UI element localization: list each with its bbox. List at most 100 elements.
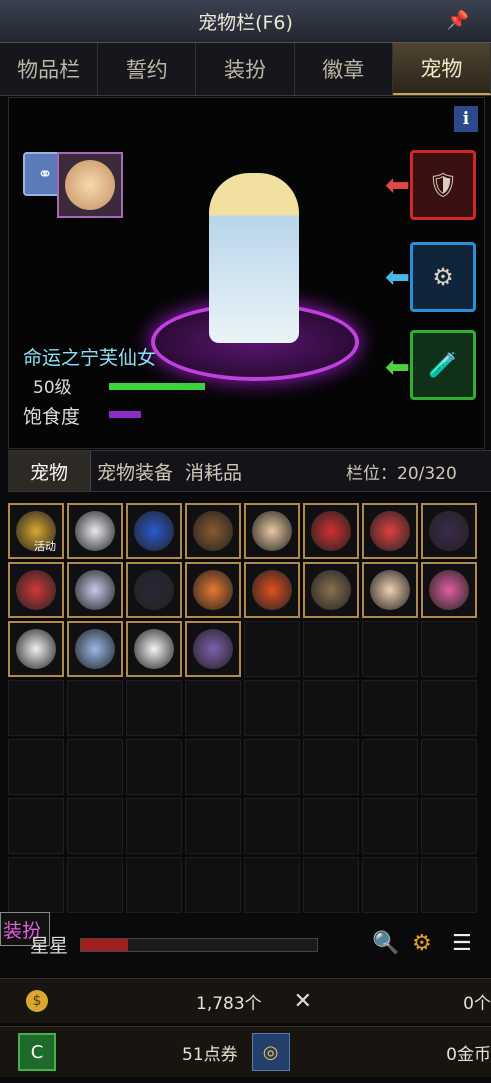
inventory-slot[interactable] bbox=[8, 621, 64, 677]
pet-icon bbox=[311, 570, 351, 610]
inventory-slot[interactable] bbox=[185, 503, 241, 559]
inventory-slot[interactable] bbox=[244, 503, 300, 559]
inventory-slot[interactable] bbox=[362, 621, 418, 677]
cera-icon[interactable]: C bbox=[18, 1033, 56, 1071]
main-tabs: 物品栏 誓约 装扮 徽章 宠物 bbox=[0, 43, 491, 96]
red-equip-icon: 🛡 bbox=[427, 171, 459, 199]
event-tag: 活动 bbox=[34, 540, 56, 553]
inventory-slot[interactable] bbox=[185, 562, 241, 618]
pet-icon bbox=[134, 570, 174, 610]
inventory-slot[interactable] bbox=[185, 798, 241, 854]
inventory-slot[interactable] bbox=[8, 857, 64, 913]
pet-viewer: i ⚭ ⬅ 🛡 ⬅ ⚙ ⬅ 🧪 命运之宁芙仙女 50级 饱食度 bbox=[8, 97, 485, 449]
inventory-slot[interactable] bbox=[244, 739, 300, 795]
inventory-slot[interactable] bbox=[421, 798, 477, 854]
inventory-slot[interactable] bbox=[126, 798, 182, 854]
arrow-left-green-icon: ⬅ bbox=[384, 350, 410, 385]
pet-equip-slot-blue[interactable]: ⚙ bbox=[410, 242, 476, 312]
inventory-slot[interactable] bbox=[126, 503, 182, 559]
inventory-slot[interactable] bbox=[8, 798, 64, 854]
inventory-slot[interactable] bbox=[126, 562, 182, 618]
inventory-slot[interactable] bbox=[67, 798, 123, 854]
tab-emblem[interactable]: 徽章 bbox=[295, 43, 393, 95]
inventory-slot[interactable] bbox=[303, 562, 359, 618]
inventory-slot[interactable] bbox=[185, 621, 241, 677]
pet-portrait[interactable] bbox=[57, 152, 123, 218]
inventory-slot[interactable] bbox=[421, 739, 477, 795]
green-equip-icon: 🧪 bbox=[428, 351, 458, 379]
inventory-slot[interactable] bbox=[126, 739, 182, 795]
inventory-slot[interactable] bbox=[244, 798, 300, 854]
inventory-slot[interactable] bbox=[244, 857, 300, 913]
inventory-slot[interactable] bbox=[303, 621, 359, 677]
inventory-slot[interactable] bbox=[362, 503, 418, 559]
subtab-consumables[interactable]: 消耗品 bbox=[179, 451, 248, 491]
inventory-slot[interactable] bbox=[67, 680, 123, 736]
pet-icon bbox=[134, 629, 174, 669]
inventory-slot[interactable] bbox=[303, 680, 359, 736]
pet-icon bbox=[252, 511, 292, 551]
tab-oath[interactable]: 誓约 bbox=[98, 43, 197, 95]
inventory-slot[interactable] bbox=[362, 739, 418, 795]
gold-icon[interactable]: ◎ bbox=[251, 1033, 290, 1071]
pet-icon bbox=[75, 511, 115, 551]
inventory-slot[interactable] bbox=[303, 857, 359, 913]
pet-equip-slot-green[interactable]: 🧪 bbox=[410, 330, 476, 400]
star-label: 星星 bbox=[30, 935, 69, 957]
inventory-slot[interactable] bbox=[67, 739, 123, 795]
info-button[interactable]: i bbox=[454, 106, 478, 132]
inventory-slot[interactable] bbox=[421, 857, 477, 913]
inventory-slot[interactable] bbox=[126, 680, 182, 736]
inventory-slot[interactable] bbox=[244, 680, 300, 736]
pet-icon bbox=[75, 629, 115, 669]
inventory-slot[interactable] bbox=[126, 621, 182, 677]
inventory-slot[interactable] bbox=[303, 739, 359, 795]
inventory-slot[interactable] bbox=[244, 621, 300, 677]
inventory-slot[interactable] bbox=[362, 857, 418, 913]
gear-icon[interactable]: ⚙ bbox=[412, 931, 432, 956]
inventory-slot[interactable] bbox=[185, 739, 241, 795]
pet-icon bbox=[311, 511, 351, 551]
inventory-slot[interactable] bbox=[185, 680, 241, 736]
pet-icon bbox=[134, 511, 174, 551]
pet-inventory-grid: 活动 bbox=[8, 503, 480, 913]
inventory-slot[interactable] bbox=[421, 621, 477, 677]
inventory-slot[interactable] bbox=[362, 562, 418, 618]
arrow-left-blue-icon: ⬅ bbox=[384, 260, 410, 295]
tab-pet[interactable]: 宠物 bbox=[392, 43, 491, 95]
search-icon[interactable]: 🔍 bbox=[372, 931, 399, 956]
subtab-pet[interactable]: 宠物 bbox=[8, 451, 92, 491]
tab-avatar[interactable]: 装扮 bbox=[196, 43, 295, 95]
inventory-slot[interactable] bbox=[421, 562, 477, 618]
close-icon[interactable]: ✕ bbox=[294, 989, 312, 1014]
pet-level: 50级 bbox=[33, 378, 72, 398]
inventory-slot[interactable] bbox=[67, 562, 123, 618]
inventory-slot[interactable] bbox=[8, 680, 64, 736]
inventory-slot[interactable] bbox=[8, 739, 64, 795]
pet-icon bbox=[75, 570, 115, 610]
inventory-slot[interactable] bbox=[67, 857, 123, 913]
inventory-slot[interactable] bbox=[362, 798, 418, 854]
pet-equip-slot-red[interactable]: 🛡 bbox=[410, 150, 476, 220]
inventory-slot[interactable] bbox=[421, 503, 477, 559]
pet-icon bbox=[193, 511, 233, 551]
inventory-slot[interactable] bbox=[126, 857, 182, 913]
subtab-pet-equipment[interactable]: 宠物装备 bbox=[91, 451, 179, 491]
inventory-slot[interactable] bbox=[185, 857, 241, 913]
inventory-slot[interactable] bbox=[67, 503, 123, 559]
pet-figure bbox=[209, 173, 299, 343]
inventory-slot[interactable] bbox=[303, 798, 359, 854]
blue-equip-icon: ⚙ bbox=[432, 263, 454, 291]
inventory-slot[interactable]: 活动 bbox=[8, 503, 64, 559]
pet-icon bbox=[16, 629, 56, 669]
inventory-slot[interactable] bbox=[8, 562, 64, 618]
inventory-slot[interactable] bbox=[362, 680, 418, 736]
tab-items[interactable]: 物品栏 bbox=[0, 43, 99, 95]
inventory-slot[interactable] bbox=[303, 503, 359, 559]
inventory-slot[interactable] bbox=[67, 621, 123, 677]
pin-icon[interactable]: 📌 bbox=[447, 10, 469, 31]
inventory-slot[interactable] bbox=[421, 680, 477, 736]
star-progress-bar bbox=[80, 938, 318, 952]
list-icon[interactable]: ☰ bbox=[452, 931, 472, 956]
inventory-slot[interactable] bbox=[244, 562, 300, 618]
